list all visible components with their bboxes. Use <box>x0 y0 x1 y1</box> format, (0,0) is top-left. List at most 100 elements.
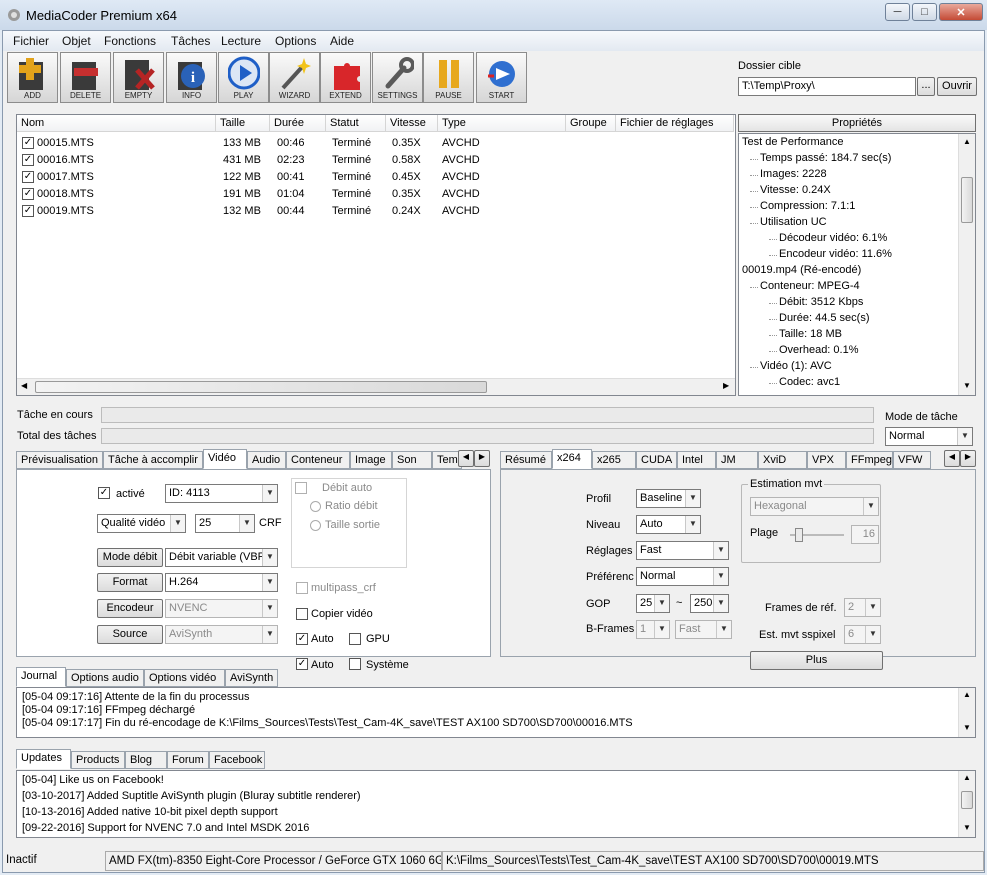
file-list-hscroll-thumb[interactable] <box>35 381 487 393</box>
video-enabled-checkbox[interactable]: ✓ <box>98 487 110 499</box>
encoder-button[interactable]: Encodeur <box>97 599 163 618</box>
settings-tab[interactable]: Vidéo <box>203 449 247 469</box>
gop-min-select[interactable]: 25▼ <box>636 594 670 613</box>
tree-item[interactable]: Vitesse: 0.24X <box>760 184 831 196</box>
table-row[interactable]: ✓00015.MTS133 MB00:46Terminé0.35XAVCHD <box>17 135 733 152</box>
encoder-tab[interactable]: x265 <box>592 451 636 469</box>
bframes-mode-select[interactable]: Fast▼ <box>675 620 732 639</box>
target-folder-input[interactable]: T:\Temp\Proxy\ <box>738 77 916 96</box>
settings-tab[interactable]: Son <box>392 451 432 469</box>
encoder-tab[interactable]: FFmpeg <box>846 451 893 469</box>
news-scroll-thumb[interactable] <box>961 791 973 809</box>
encoder-tab[interactable]: JM <box>716 451 758 469</box>
level-select[interactable]: Auto▼ <box>636 515 701 534</box>
menu-options[interactable]: Options <box>275 34 316 48</box>
settings-tab[interactable]: Tâche à accomplir <box>103 451 203 469</box>
table-row[interactable]: ✓00016.MTS431 MB02:23Terminé0.58XAVCHD <box>17 152 733 169</box>
auto-bitrate-checkbox[interactable] <box>295 482 307 494</box>
column-header[interactable]: Taille <box>216 115 270 132</box>
tree-item[interactable]: Durée: 44.5 sec(s) <box>779 312 869 324</box>
delete-button[interactable]: DELETE <box>60 52 111 103</box>
extend-button[interactable]: EXTEND <box>320 52 371 103</box>
file-list-hscrollbar[interactable]: ◀ ▶ <box>17 378 735 395</box>
menu-fichier[interactable]: Fichier <box>13 34 49 48</box>
tree-item[interactable]: Utilisation UC <box>760 216 827 228</box>
news-item[interactable]: [09-22-2016] Support for NVENC 7.0 and I… <box>22 822 309 834</box>
pause-button[interactable]: PAUSE <box>423 52 474 103</box>
tree-item[interactable]: Conteneur: MPEG-4 <box>760 280 860 292</box>
encoder-tab[interactable]: CUDA <box>636 451 677 469</box>
bitrate-mode-select[interactable]: Débit variable (VBR▼ <box>165 548 278 567</box>
ref-frames-select[interactable]: 2▼ <box>844 598 881 617</box>
row-checkbox[interactable]: ✓ <box>22 154 34 166</box>
wizard-button[interactable]: WIZARD <box>269 52 320 103</box>
settings-button[interactable]: SETTINGS <box>372 52 423 103</box>
motion-estimation-select[interactable]: Hexagonal▼ <box>750 497 879 516</box>
close-button[interactable]: ✕ <box>939 3 983 21</box>
column-header[interactable]: Type <box>438 115 566 132</box>
tree-item[interactable]: Overhead: 0.1% <box>779 344 859 356</box>
copy-video-checkbox[interactable] <box>296 608 308 620</box>
preset-select[interactable]: Fast▼ <box>636 541 729 560</box>
news-tab[interactable]: Updates <box>16 749 71 769</box>
menu-lecture[interactable]: Lecture <box>221 34 261 48</box>
properties-scroll-thumb[interactable] <box>961 177 973 223</box>
settings-tab[interactable]: Prévisualisation <box>16 451 103 469</box>
source-select[interactable]: AviSynth▼ <box>165 625 278 644</box>
file-list[interactable]: NomTailleDuréeStatutVitesseTypeGroupeFic… <box>16 114 736 396</box>
tree-item[interactable]: Décodeur vidéo: 6.1% <box>779 232 887 244</box>
row-checkbox[interactable]: ✓ <box>22 188 34 200</box>
tree-item[interactable]: 00019.mp4 (Ré-encodé) <box>742 264 861 276</box>
multipass-crf-checkbox[interactable] <box>296 582 308 594</box>
tree-item[interactable]: Codec: avc1 <box>779 376 840 388</box>
settings-tab[interactable]: Audio <box>247 451 286 469</box>
news-item[interactable]: [03-10-2017] Added Suptitle AviSynth plu… <box>22 790 361 802</box>
news-scrollbar[interactable]: ▲ ▼ <box>958 771 975 837</box>
scroll-down-icon[interactable]: ▼ <box>963 823 971 832</box>
encoder-tab[interactable]: VPX <box>807 451 846 469</box>
log-tab[interactable]: Options vidéo <box>144 669 225 687</box>
enc-tabs-right-arrow-icon[interactable]: ▶ <box>960 450 976 467</box>
task-mode-select[interactable]: Normal▼ <box>885 427 973 446</box>
scroll-up-icon[interactable]: ▲ <box>963 690 971 699</box>
column-header[interactable]: Durée <box>270 115 326 132</box>
tree-item[interactable]: Encodeur vidéo: 11.6% <box>779 248 892 260</box>
encoder-tab[interactable]: VFW <box>893 451 931 469</box>
rate-control-select[interactable]: Qualité vidéo▼ <box>97 514 186 533</box>
tree-item[interactable]: Vidéo (1): AVC <box>760 360 832 372</box>
info-button[interactable]: iINFO <box>166 52 217 103</box>
tree-item[interactable]: Taille: 18 MB <box>779 328 842 340</box>
scroll-left-icon[interactable]: ◀ <box>21 381 27 390</box>
me-range-slider-thumb[interactable] <box>795 528 803 542</box>
menu-taches[interactable]: Tâches <box>171 34 210 48</box>
subpel-select[interactable]: 6▼ <box>844 625 881 644</box>
play-button[interactable]: PLAY <box>218 52 269 103</box>
settings-tab[interactable]: Conteneur <box>286 451 350 469</box>
row-checkbox[interactable]: ✓ <box>22 137 34 149</box>
log-scrollbar[interactable]: ▲ ▼ <box>958 688 975 737</box>
more-options-button[interactable]: Plus <box>750 651 883 670</box>
video-track-select[interactable]: ID: 4113▼ <box>165 484 278 503</box>
news-panel[interactable]: [05-04] Like us on Facebook![03-10-2017]… <box>16 770 976 838</box>
format-select[interactable]: H.264▼ <box>165 573 278 592</box>
scroll-up-icon[interactable]: ▲ <box>963 137 971 146</box>
column-header[interactable]: Groupe <box>566 115 616 132</box>
properties-header[interactable]: Propriétés <box>738 114 976 132</box>
row-checkbox[interactable]: ✓ <box>22 205 34 217</box>
empty-button[interactable]: EMPTY <box>113 52 164 103</box>
table-row[interactable]: ✓00017.MTS122 MB00:41Terminé0.45XAVCHD <box>17 169 733 186</box>
add-button[interactable]: ADD <box>7 52 58 103</box>
row-checkbox[interactable]: ✓ <box>22 171 34 183</box>
tree-item[interactable]: Images: 2228 <box>760 168 827 180</box>
minimize-button[interactable]: ─ <box>885 3 910 21</box>
column-header[interactable]: Fichier de réglages <box>616 115 734 132</box>
column-header[interactable]: Statut <box>326 115 386 132</box>
scroll-down-icon[interactable]: ▼ <box>963 723 971 732</box>
scroll-right-icon[interactable]: ▶ <box>723 381 729 390</box>
open-folder-button[interactable]: Ouvrir <box>937 77 977 96</box>
me-range-value[interactable]: 16 <box>851 525 879 544</box>
source-button[interactable]: Source <box>97 625 163 644</box>
log-panel[interactable]: [05-04 09:17:16] Attente de la fin du pr… <box>16 687 976 738</box>
bitrate-ratio-radio[interactable] <box>310 501 321 512</box>
news-tab[interactable]: Blog <box>125 751 167 769</box>
